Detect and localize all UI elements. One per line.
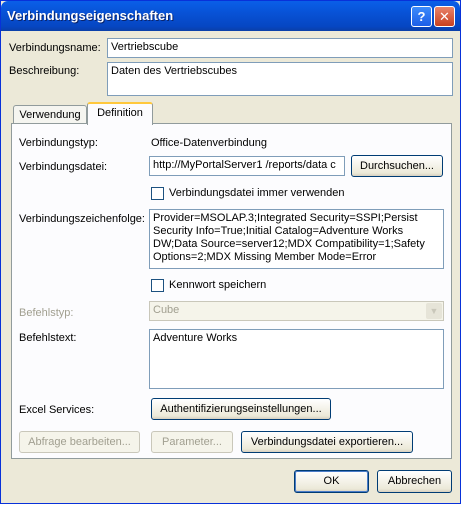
chevron-down-icon: ▼ [426, 303, 442, 319]
close-icon: ✕ [439, 9, 450, 24]
save-password-label: Kennwort speichern [169, 279, 267, 291]
ok-button[interactable]: OK [294, 470, 369, 493]
title-bar: Verbindungseigenschaften ? ✕ [1, 1, 460, 31]
help-icon: ? [417, 9, 426, 24]
edit-query-button[interactable]: Abfrage bearbeiten... [19, 431, 140, 453]
description-label: Beschreibung: [9, 65, 80, 77]
window-title: Verbindungseigenschaften [7, 8, 174, 23]
always-use-file-label: Verbindungsdatei immer verwenden [169, 187, 345, 199]
excel-services-label: Excel Services: [19, 404, 95, 416]
save-password-checkbox[interactable] [151, 279, 164, 292]
connection-file-input[interactable]: http://MyPortalServer1 /reports/data c [149, 156, 345, 176]
browse-button[interactable]: Durchsuchen... [351, 155, 443, 177]
connection-string-input[interactable]: Provider=MSOLAP.3;Integrated Security=SS… [149, 209, 444, 269]
connection-type-value: Office-Datenverbindung [151, 137, 267, 149]
command-type-select[interactable]: Cube ▼ [149, 301, 444, 321]
command-type-label: Befehlstyp: [19, 307, 74, 319]
always-use-file-checkbox[interactable] [151, 187, 164, 200]
authentication-settings-button[interactable]: Authentifizierungseinstellungen... [151, 398, 331, 420]
connection-type-label: Verbindungstyp: [19, 137, 98, 149]
command-text-input[interactable]: Adventure Works [149, 329, 444, 389]
connection-file-label: Verbindungsdatei: [19, 161, 108, 173]
connection-properties-dialog: Verbindungseigenschaften ? ✕ Verbindungs… [0, 0, 461, 504]
tab-verwendung[interactable]: Verwendung [13, 105, 87, 124]
close-button[interactable]: ✕ [434, 6, 455, 27]
command-text-label: Befehlstext: [19, 332, 77, 344]
connection-name-label: Verbindungsname: [9, 42, 101, 54]
connection-string-label: Verbindungszeichenfolge: [19, 213, 145, 225]
export-connection-file-button[interactable]: Verbindungsdatei exportieren... [241, 431, 413, 453]
parameters-button[interactable]: Parameter... [151, 431, 233, 453]
help-button[interactable]: ? [411, 6, 432, 27]
cancel-button[interactable]: Abbrechen [377, 470, 452, 493]
description-input[interactable]: Daten des Vertriebscubes [107, 62, 453, 96]
command-type-value: Cube [153, 304, 180, 316]
connection-name-input[interactable]: Vertriebscube [107, 38, 453, 58]
tab-definition[interactable]: Definition [87, 102, 153, 125]
